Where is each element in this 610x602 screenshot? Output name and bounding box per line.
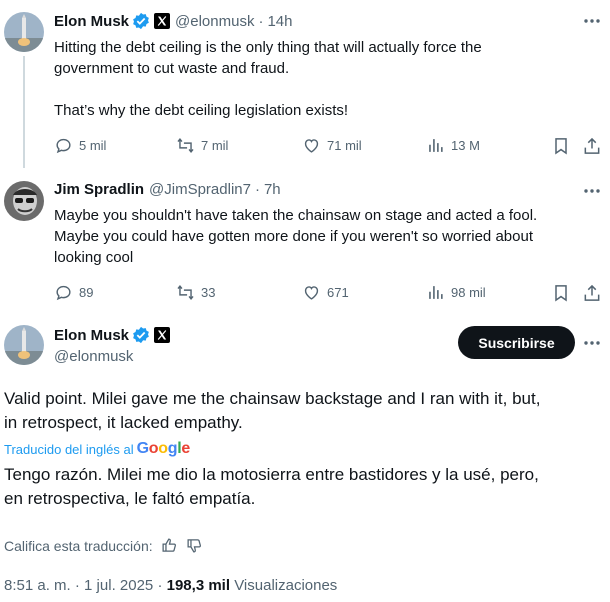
separator-dot: · xyxy=(254,181,260,198)
author-handle[interactable]: @elonmusk xyxy=(54,348,133,365)
separator-dot: · xyxy=(74,577,80,594)
tweet-elon-1[interactable]: Elon Musk @elonmusk · 14h Hitting the de… xyxy=(0,0,610,170)
reply-count: 5 mil xyxy=(79,138,107,153)
thumbs-up-icon[interactable] xyxy=(161,537,178,554)
avatar-elon[interactable] xyxy=(4,325,44,365)
avatar-jim[interactable] xyxy=(4,181,44,221)
share-icon[interactable] xyxy=(582,136,602,156)
tweet-time[interactable]: 7h xyxy=(264,181,281,198)
rate-translation: Califica esta traducción: xyxy=(4,537,203,554)
thread-line xyxy=(23,56,25,168)
reply-button[interactable]: 5 mil xyxy=(54,136,106,155)
tweet-time[interactable]: 8:51 a. m. xyxy=(4,577,71,594)
avatar-elon[interactable] xyxy=(4,12,44,52)
author-name[interactable]: Elon Musk xyxy=(54,13,129,30)
like-button[interactable]: 71 mil xyxy=(302,136,362,155)
views-button[interactable]: 13 M xyxy=(426,136,480,155)
author-handle[interactable]: @JimSpradlin7 xyxy=(149,181,251,198)
reply-count: 89 xyxy=(79,285,94,300)
tweet-text-line: Valid point. Milei gave me the chainsaw … xyxy=(4,389,541,408)
verified-badge-icon xyxy=(133,12,149,30)
separator-dot: · xyxy=(157,577,163,594)
more-options-icon[interactable] xyxy=(582,333,602,353)
repost-icon xyxy=(177,138,194,153)
tweet-jim[interactable]: Jim Spradlin @JimSpradlin7 · 7h Maybe yo… xyxy=(0,170,610,315)
translation-line: Tengo razón. Milei me dio la motosierra … xyxy=(4,465,539,484)
repost-button[interactable]: 33 xyxy=(176,283,215,302)
tweet-text-line: Maybe you could have gotten more done if… xyxy=(54,228,533,245)
views-count: 13 M xyxy=(451,138,480,153)
tweet-meta: 8:51 a. m. · 1 jul. 2025 · 198,3 mil Vis… xyxy=(4,577,337,594)
like-count: 71 mil xyxy=(327,138,362,153)
tweet-text-line: Maybe you shouldn't have taken the chain… xyxy=(54,207,538,224)
tweet-text: Hitting the debt ceiling is the only thi… xyxy=(54,37,594,121)
rate-translation-label: Califica esta traducción: xyxy=(4,537,153,554)
repost-icon xyxy=(177,285,194,300)
tweet-text-line: looking cool xyxy=(54,249,134,266)
google-logo: Google xyxy=(136,440,191,457)
tweet-text-line: government to cut waste and fraud. xyxy=(54,60,290,77)
views-count: 198,3 mil xyxy=(166,577,231,594)
repost-count: 33 xyxy=(201,285,216,300)
tweet-text-line: in retrospect, it lacked empathy. xyxy=(4,413,243,432)
tweet-text: Maybe you shouldn't have taken the chain… xyxy=(54,205,594,268)
verified-badge-icon xyxy=(133,326,149,344)
reply-icon xyxy=(56,138,71,154)
heart-icon xyxy=(304,286,319,300)
repost-count: 7 mil xyxy=(201,138,229,153)
tweet-date[interactable]: 1 jul. 2025 xyxy=(84,577,153,594)
views-label: Visualizaciones xyxy=(234,577,338,594)
views-count: 98 mil xyxy=(451,285,486,300)
share-icon[interactable] xyxy=(582,283,602,303)
thumbs-down-icon[interactable] xyxy=(186,537,203,554)
action-bar: 5 mil 7 mil 71 mil 13 M xyxy=(54,136,604,156)
x-affiliate-icon xyxy=(154,327,171,343)
views-chart-icon xyxy=(429,286,443,299)
author-name[interactable]: Elon Musk xyxy=(54,327,129,344)
translated-text: Tengo razón. Milei me dio la motosierra … xyxy=(4,463,599,511)
bookmark-icon[interactable] xyxy=(551,136,571,156)
like-button[interactable]: 671 xyxy=(302,283,349,302)
reply-icon xyxy=(56,285,71,301)
more-options-icon[interactable] xyxy=(582,181,602,201)
subscribe-button[interactable]: Suscribirse xyxy=(458,326,575,359)
like-count: 671 xyxy=(327,285,349,300)
separator-dot: · xyxy=(258,12,264,30)
more-options-icon[interactable] xyxy=(582,11,602,31)
tweet-text-line: Hitting the debt ceiling is the only thi… xyxy=(54,39,482,56)
action-bar: 89 33 671 98 mil xyxy=(54,283,604,303)
author-handle[interactable]: @elonmusk xyxy=(175,13,254,30)
author-name[interactable]: Jim Spradlin xyxy=(54,181,144,198)
main-tweet-text: Valid point. Milei gave me the chainsaw … xyxy=(4,387,599,435)
views-chart-icon xyxy=(429,139,443,152)
repost-button[interactable]: 7 mil xyxy=(176,136,228,155)
tweet-text-line: That’s why the debt ceiling legislation … xyxy=(54,102,349,119)
translated-by-label: Traducido del inglés al xyxy=(4,441,134,457)
translation-line: en retrospectiva, le faltó empatía. xyxy=(4,489,256,508)
bookmark-icon[interactable] xyxy=(551,283,571,303)
translation-attribution[interactable]: Traducido del inglés al Google xyxy=(4,440,190,458)
x-affiliate-icon xyxy=(154,13,171,29)
views-button[interactable]: 98 mil xyxy=(426,283,486,302)
heart-icon xyxy=(304,139,319,153)
tweet-time[interactable]: 14h xyxy=(267,13,292,30)
reply-button[interactable]: 89 xyxy=(54,283,93,302)
